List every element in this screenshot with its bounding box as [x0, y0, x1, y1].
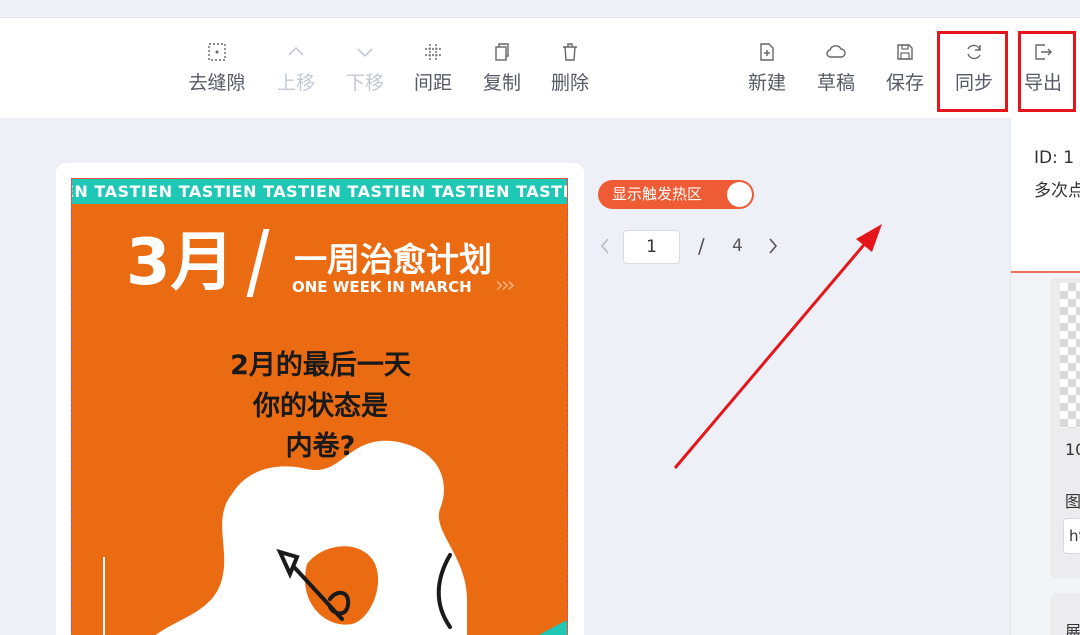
annotation-arrow — [673, 224, 882, 469]
